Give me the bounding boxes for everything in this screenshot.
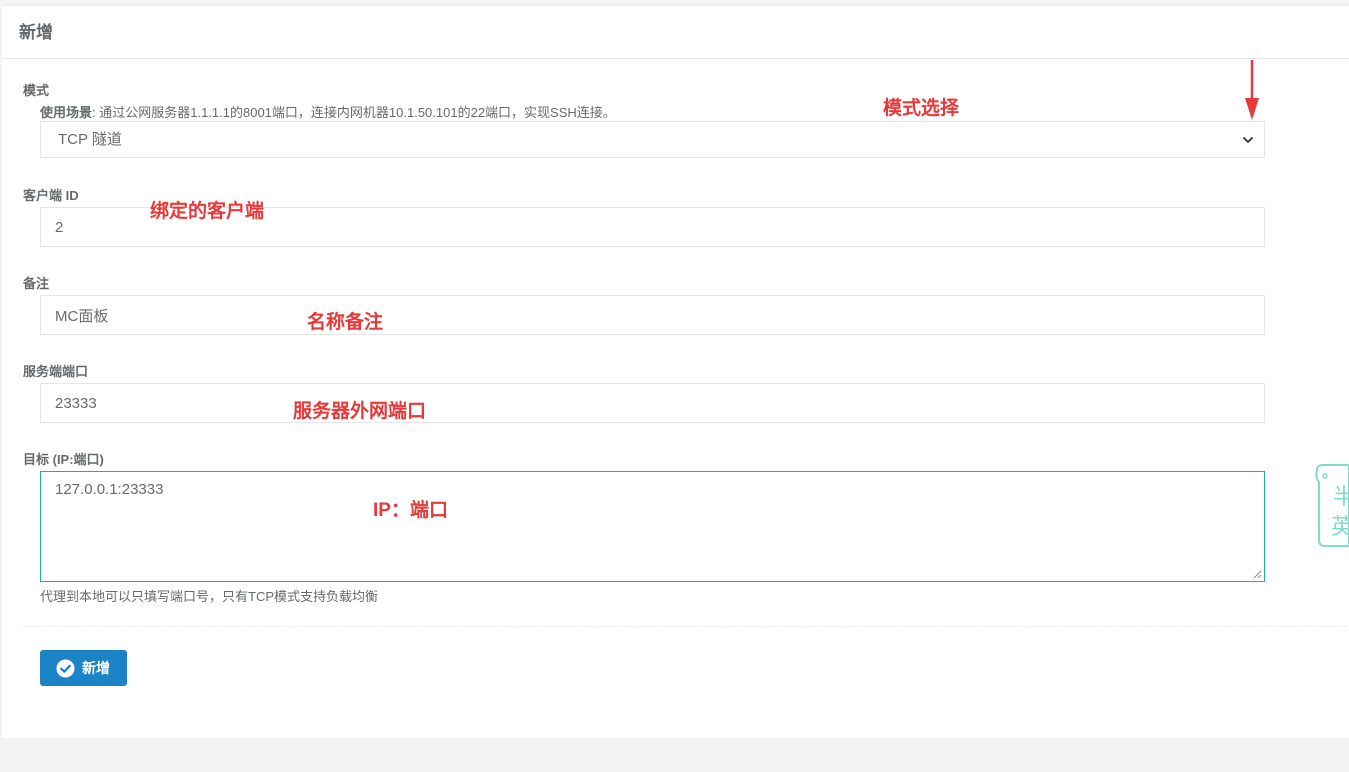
target-label: 目标 (IP:端口) [23, 452, 104, 467]
annotation-client: 绑定的客户端 [150, 201, 265, 222]
annotation-mode: 模式选择 [883, 98, 960, 119]
mode-select[interactable]: TCP 隧道 [40, 121, 1265, 158]
sticker-text-2: 英 [1331, 515, 1349, 540]
scene-text: : 通过公网服务器1.1.1.1的8001端口，连接内网机器10.1.50.10… [92, 105, 616, 120]
annotation-target: IP：端口 [373, 500, 448, 521]
annotation-remark: 名称备注 [307, 312, 384, 333]
submit-button[interactable]: 新增 [40, 650, 127, 686]
scene-label: 使用场景 [40, 105, 93, 120]
form-divider [23, 626, 1347, 627]
panel-title: 新增 [2, 6, 1349, 59]
submit-button-label: 新增 [82, 660, 110, 676]
sticker-text-1: 半 [1333, 485, 1349, 510]
remark-input[interactable] [40, 295, 1265, 335]
remark-label: 备注 [23, 276, 50, 291]
target-value: 127.0.0.1:23333 [55, 481, 164, 498]
chevron-down-icon [1243, 137, 1253, 143]
server-port-input[interactable] [40, 383, 1265, 423]
server-port-label: 服务端端口 [23, 364, 89, 379]
mode-label: 模式 [23, 83, 50, 98]
mode-scene-hint: 使用场景: 通过公网服务器1.1.1.1的8001端口，连接内网机器10.1.5… [40, 102, 616, 121]
arrow-down-icon [1245, 60, 1259, 120]
resize-grip-icon[interactable] [1252, 569, 1262, 579]
client-id-label: 客户端 ID [23, 188, 79, 203]
mode-select-value: TCP 隧道 [58, 131, 122, 148]
check-circle-icon [56, 658, 75, 678]
target-help-text: 代理到本地可以只填写端口号，只有TCP模式支持负载均衡 [40, 589, 379, 604]
target-textarea[interactable]: 127.0.0.1:23333 [40, 471, 1265, 582]
sticker-badge: 半 英 [1315, 464, 1349, 547]
annotation-server-port: 服务器外网端口 [293, 401, 427, 422]
